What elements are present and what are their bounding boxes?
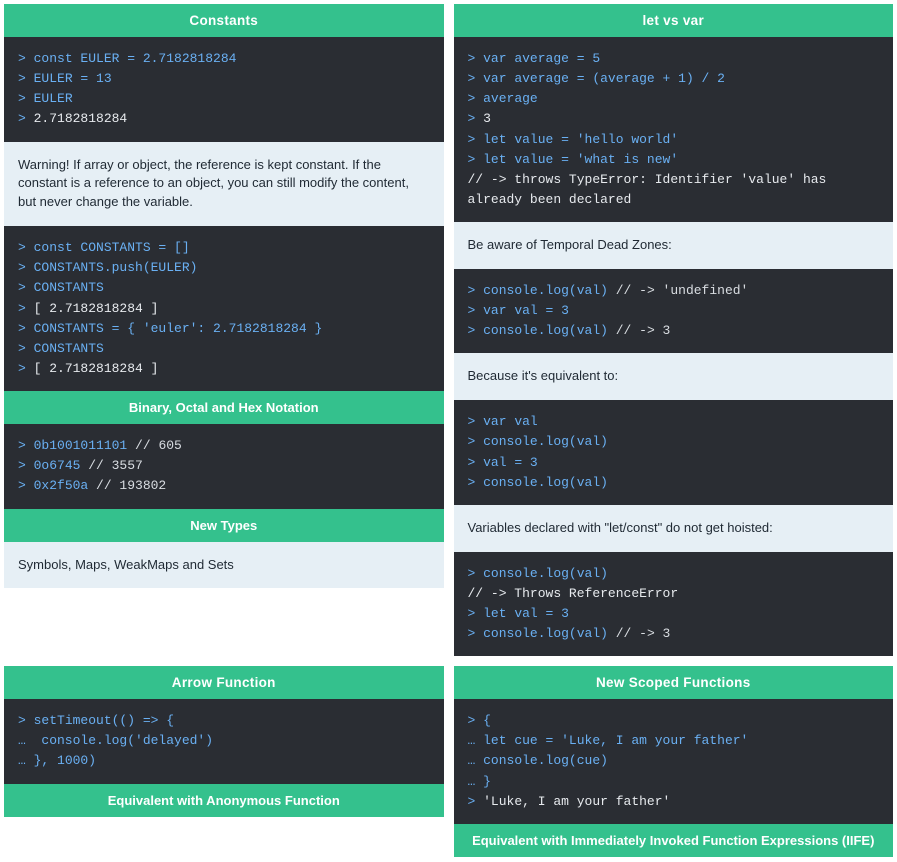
code-constants-1: > const EULER = 2.7182818284 > EULER = 1… xyxy=(4,37,444,142)
note-newtypes: Symbols, Maps, WeakMaps and Sets xyxy=(4,542,444,589)
header-binary: Binary, Octal and Hex Notation xyxy=(4,391,444,424)
card-scoped: New Scoped Functions > { … let cue = 'Lu… xyxy=(454,666,894,857)
card-letvar: let vs var > var average = 5 > var avera… xyxy=(454,4,894,656)
note-constants-warning: Warning! If array or object, the referen… xyxy=(4,142,444,227)
card-constants: Constants > const EULER = 2.7182818284 >… xyxy=(4,4,444,656)
note-letvar-1: Be aware of Temporal Dead Zones: xyxy=(454,222,894,269)
header-scoped: New Scoped Functions xyxy=(454,666,894,699)
footer-arrow: Equivalent with Anonymous Function xyxy=(4,784,444,817)
code-arrow: > setTimeout(() => { … console.log('dela… xyxy=(4,699,444,783)
footer-scoped: Equivalent with Immediately Invoked Func… xyxy=(454,824,894,857)
card-arrow: Arrow Function > setTimeout(() => { … co… xyxy=(4,666,444,857)
code-letvar-4: > console.log(val) // -> Throws Referenc… xyxy=(454,552,894,657)
header-arrow: Arrow Function xyxy=(4,666,444,699)
header-constants: Constants xyxy=(4,4,444,37)
header-letvar: let vs var xyxy=(454,4,894,37)
code-scoped: > { … let cue = 'Luke, I am your father'… xyxy=(454,699,894,824)
note-letvar-2: Because it's equivalent to: xyxy=(454,353,894,400)
header-newtypes: New Types xyxy=(4,509,444,542)
code-letvar-1: > var average = 5 > var average = (avera… xyxy=(454,37,894,222)
note-letvar-3: Variables declared with "let/const" do n… xyxy=(454,505,894,552)
code-constants-2: > const CONSTANTS = [] > CONSTANTS.push(… xyxy=(4,226,444,391)
code-letvar-3: > var val > console.log(val) > val = 3 >… xyxy=(454,400,894,505)
code-letvar-2: > console.log(val) // -> 'undefined' > v… xyxy=(454,269,894,353)
code-binary: > 0b1001011101 // 605 > 0o6745 // 3557 >… xyxy=(4,424,444,508)
